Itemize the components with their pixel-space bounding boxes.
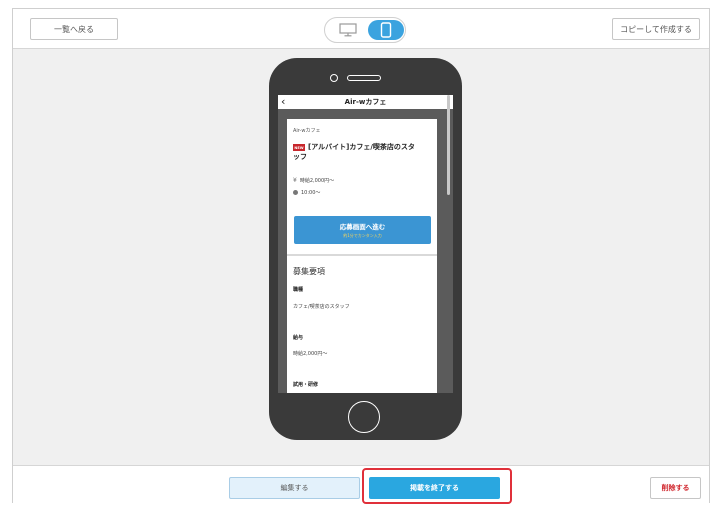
mobile-view-toggle[interactable] (368, 20, 404, 40)
field-value-salary: 時給2,000円〜 (293, 351, 328, 357)
scrollbar[interactable] (447, 95, 451, 393)
field-label-trial-training: 試用・研修 (293, 382, 319, 388)
phone-screen[interactable]: ‹ Air-wカフェ Air-wカフェ NEW [アルバイト]カフェ/喫茶店のス… (278, 95, 453, 393)
salary-row: ¥ 時給2,000円〜 (293, 177, 334, 184)
copy-and-create-button[interactable]: コピーして作成する (612, 18, 700, 40)
field-value-job-type: カフェ/喫茶店のスタッフ (293, 304, 350, 310)
company-name: Air-wカフェ (293, 128, 321, 134)
delete-button[interactable]: 削除する (650, 477, 701, 499)
clock-icon (293, 190, 298, 195)
divider (287, 254, 437, 256)
desktop-icon (339, 23, 357, 37)
job-card: Air-wカフェ NEW [アルバイト]カフェ/喫茶店のスタ ッフ ¥ 時給2,… (287, 119, 437, 393)
apply-button-sublabel: 約1分でカンタン入力 (343, 233, 382, 238)
device-toggle (324, 17, 406, 43)
yen-icon: ¥ (293, 177, 297, 184)
home-button[interactable] (348, 401, 380, 433)
scrollbar-thumb[interactable] (447, 95, 450, 195)
smartphone-icon (380, 22, 392, 38)
camera-icon (330, 74, 338, 82)
desktop-view-toggle[interactable] (335, 21, 361, 39)
section-title: 募集要項 (293, 267, 325, 276)
edit-button[interactable]: 編集する (229, 477, 360, 499)
speaker-icon (347, 75, 381, 81)
time-text: 10:00〜 (301, 190, 321, 196)
salary-text: 時給2,000円〜 (299, 178, 335, 184)
bottom-action-bar: 編集する 掲載を終了する 削除する (13, 465, 709, 504)
job-title: [アルバイト]カフェ/喫茶店のスタ (308, 143, 415, 151)
time-row: 10:00〜 (293, 189, 320, 196)
chevron-left-icon[interactable]: ‹ (281, 95, 285, 108)
new-badge: NEW (293, 144, 305, 151)
back-to-list-button[interactable]: 一覧へ戻る (30, 18, 118, 40)
top-toolbar: 一覧へ戻る コピーして作成する (13, 9, 709, 49)
end-listing-button[interactable]: 掲載を終了する (369, 477, 500, 499)
app-title: Air-wカフェ (344, 98, 387, 106)
apply-button-label: 応募画面へ進む (339, 223, 386, 231)
field-label-salary: 給与 (293, 335, 304, 341)
field-label-job-type: 職種 (293, 287, 304, 293)
apply-button[interactable]: 応募画面へ進む 約1分でカンタン入力 (294, 216, 431, 244)
preview-frame: 一覧へ戻る コピーして作成する ‹ Air-wカフェ Air-wカフェ NEW … (12, 8, 710, 504)
job-title-continued: ッフ (293, 153, 307, 161)
phone-mockup: ‹ Air-wカフェ Air-wカフェ NEW [アルバイト]カフェ/喫茶店のス… (269, 58, 462, 440)
app-header: ‹ Air-wカフェ (278, 95, 453, 109)
